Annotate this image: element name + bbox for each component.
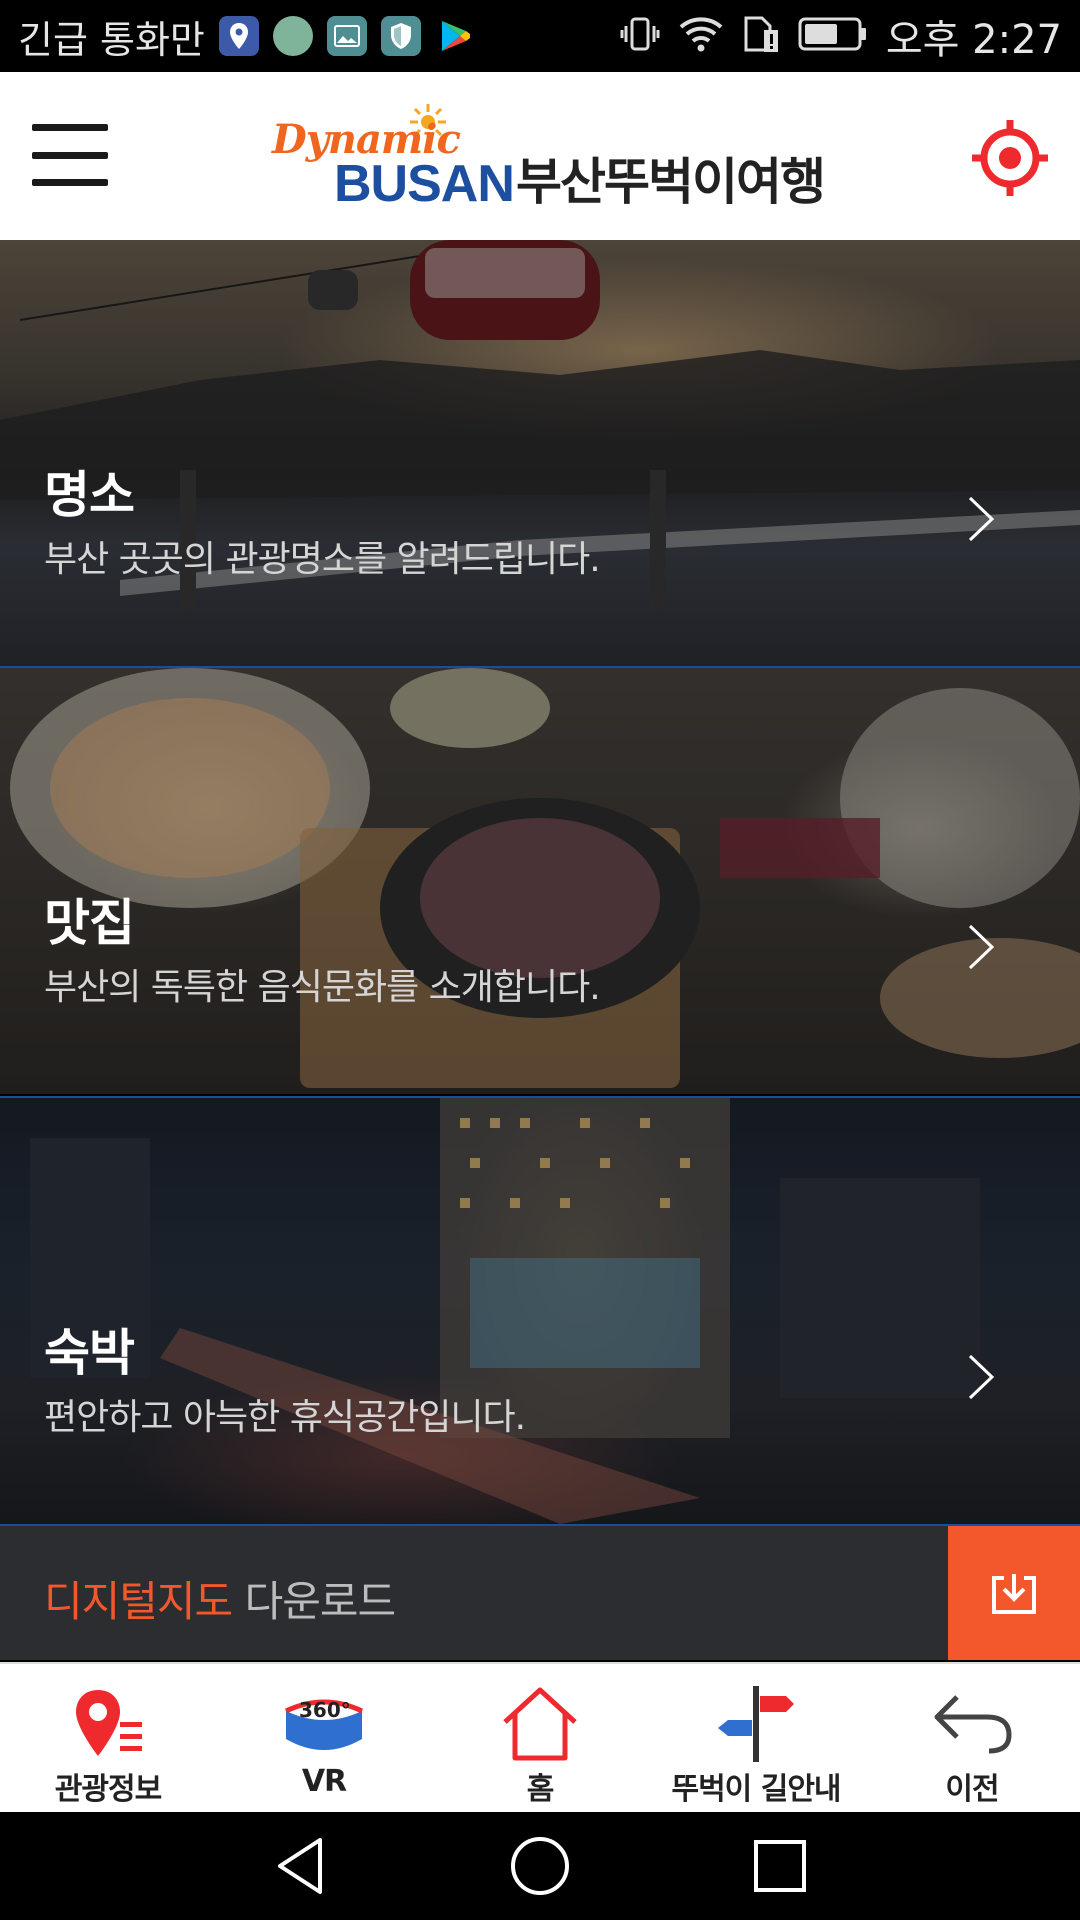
carrier-text: 긴급 통화만 (18, 17, 205, 62)
app-title: 부산뚜벅이여행 (516, 153, 826, 211)
digital-map-download-bar: 디지털지도 다운로드 (0, 1526, 1080, 1660)
category-restaurants[interactable]: 맛집 부산의 독특한 음식문화를 소개합니다. (0, 668, 1080, 1094)
status-right: 오후 2:27 (620, 7, 1062, 65)
back-arrow-icon (927, 1684, 1017, 1764)
category-description: 편안하고 아늑한 휴식공간입니다. (44, 1397, 526, 1438)
nav-label: 홈 (526, 1772, 555, 1807)
download-highlight-text: 디지털지도 (44, 1577, 233, 1626)
back-triangle-icon[interactable] (270, 1834, 334, 1898)
nav-label: 이전 (945, 1772, 999, 1807)
home-circle-icon[interactable] (508, 1834, 572, 1898)
status-left: 긴급 통화만 (18, 9, 475, 64)
hamburger-menu-icon[interactable] (32, 124, 108, 186)
wifi-icon (678, 15, 724, 57)
chevron-right-icon (968, 496, 995, 542)
sim-alert-icon (742, 14, 780, 58)
nav-home[interactable]: 홈 (432, 1664, 648, 1812)
nav-label: 뚜벅이 길안내 (671, 1772, 841, 1807)
crosshair-target-icon[interactable] (970, 118, 1050, 198)
category-title: 명소 (44, 466, 135, 524)
vr-360-text: 360° (299, 1698, 351, 1722)
category-attractions[interactable]: 명소 부산 곳곳의 관광명소를 알려드립니다. (0, 240, 1080, 666)
dynamic-busan-logo: Dynamic BUSAN (270, 102, 515, 213)
category-title: 맛집 (44, 894, 135, 952)
chevron-right-icon (968, 1354, 995, 1400)
map-pin-list-icon (63, 1684, 153, 1764)
nav-label: VR (301, 1764, 347, 1799)
category-accommodation[interactable]: 숙박 편안하고 아늑한 휴식공간입니다. (0, 1098, 1080, 1524)
download-rest-text: 다운로드 (244, 1577, 397, 1626)
nav-label: 관광정보 (54, 1772, 162, 1807)
system-nav-bar (0, 1812, 1080, 1920)
nav-tourism-info[interactable]: 관광정보 (0, 1664, 216, 1812)
download-button[interactable] (948, 1526, 1080, 1660)
vibrate-icon (620, 14, 660, 58)
download-label: 디지털지도 다운로드 (44, 1568, 397, 1629)
bottom-nav: 관광정보 360° VR 홈 뚜벅이 길안내 이전 (0, 1662, 1080, 1812)
vr-360-icon: 360° (279, 1684, 369, 1764)
app-header: Dynamic BUSAN 부산뚜벅이여행 (0, 72, 1080, 240)
logo-busan-text: BUSAN (334, 155, 515, 213)
nav-back[interactable]: 이전 (864, 1664, 1080, 1812)
avatar-app-icon (272, 16, 313, 56)
gallery-app-icon (326, 16, 367, 56)
battery-icon (798, 16, 868, 56)
category-description: 부산 곳곳의 관광명소를 알려드립니다. (44, 539, 601, 580)
play-store-icon (435, 16, 475, 56)
map-pin-app-icon (218, 16, 259, 56)
status-bar: 긴급 통화만 오후 2:27 (0, 0, 1080, 72)
signpost-icon (711, 1684, 801, 1764)
home-icon (495, 1684, 585, 1764)
category-description: 부산의 독특한 음식문화를 소개합니다. (44, 967, 601, 1008)
shield-app-icon (380, 16, 421, 56)
nav-walking-guide[interactable]: 뚜벅이 길안내 (648, 1664, 864, 1812)
status-time: 오후 2:27 (885, 17, 1062, 63)
download-icon (992, 1574, 1036, 1614)
recents-square-icon[interactable] (748, 1834, 812, 1898)
nav-vr[interactable]: 360° VR (216, 1664, 432, 1812)
chevron-right-icon (968, 924, 995, 970)
category-title: 숙박 (44, 1324, 135, 1382)
